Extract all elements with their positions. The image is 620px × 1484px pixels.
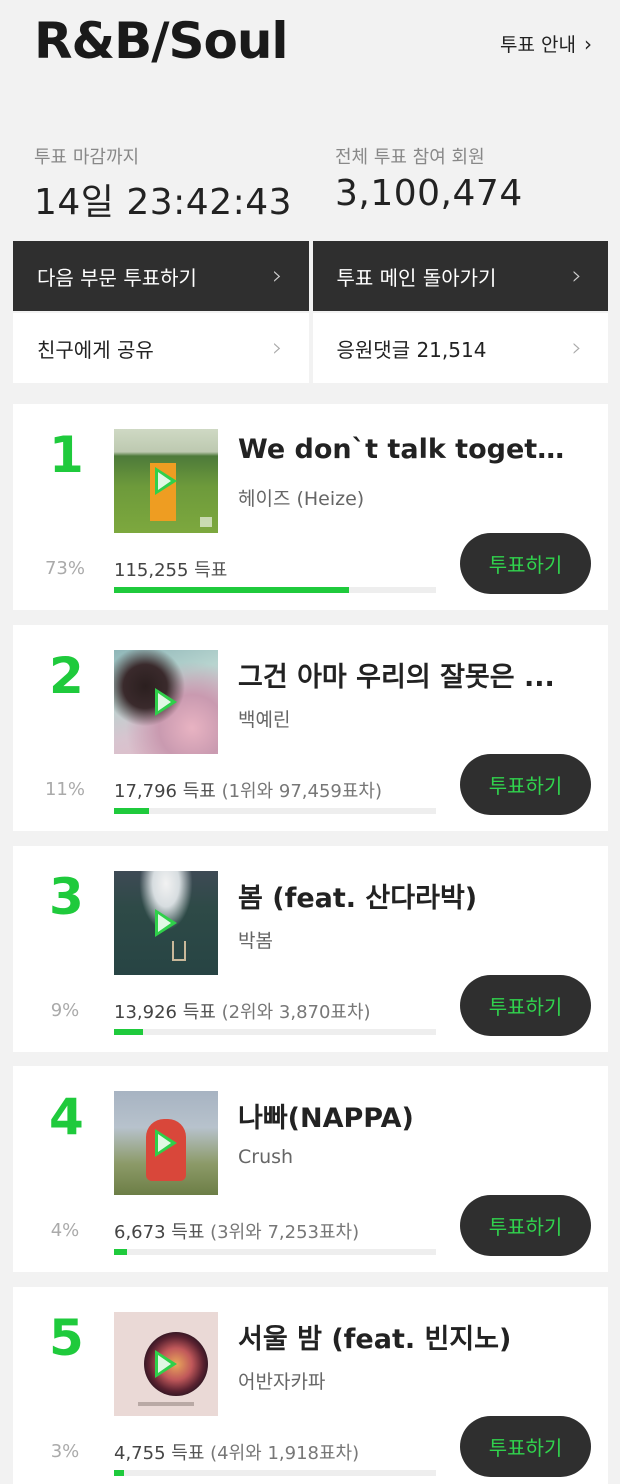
vote-count-number: 4,755 <box>114 1443 166 1464</box>
vote-progress-fill <box>114 587 350 593</box>
vote-count: 115,255 득표 <box>114 556 227 582</box>
chevron-right-icon: › <box>584 31 592 56</box>
vote-count-number: 13,926 <box>114 1002 177 1023</box>
vote-count: 4,755 득표 (4위와 1,918표차) <box>114 1439 359 1465</box>
vote-progress-bar <box>114 808 436 814</box>
artist-name: Crush <box>238 1146 294 1168</box>
album-thumbnail[interactable] <box>114 429 218 533</box>
primary-actions: 다음 부문 투표하기 › 투표 메인 돌아가기 › <box>13 241 608 311</box>
chevron-right-icon: › <box>272 333 283 363</box>
rank-number: 3 <box>49 868 84 926</box>
album-thumbnail[interactable] <box>114 1091 218 1195</box>
album-thumbnail[interactable] <box>114 1312 218 1416</box>
vote-percent: 4% <box>50 1220 80 1241</box>
vote-percent: 73% <box>44 558 85 579</box>
song-title[interactable]: 나빠(NAPPA) <box>238 1096 573 1135</box>
rank-number: 2 <box>49 647 84 705</box>
deadline-countdown: 14일 23:42:43 <box>34 182 293 223</box>
comments-button[interactable]: 응원댓글 21,514 › <box>312 313 608 383</box>
vote-button[interactable]: 투표하기 <box>460 1195 591 1256</box>
vote-progress-bar <box>114 1029 436 1035</box>
artist-name: 어반자카파 <box>238 1371 326 1393</box>
vote-count-number: 17,796 <box>114 781 177 802</box>
deadline-label: 투표 마감까지 <box>34 147 140 168</box>
vote-gap: (4위와 1,918표차) <box>210 1443 360 1464</box>
play-icon[interactable] <box>155 688 177 716</box>
vote-percent: 11% <box>44 779 85 800</box>
participants-stat: 전체 투표 참여 회원 3,100,474 <box>335 143 523 214</box>
vote-progress-bar <box>114 587 436 593</box>
song-title[interactable]: 서울 밤 (feat. 빈지노) <box>238 1317 573 1356</box>
vote-progress-fill <box>114 808 150 814</box>
play-icon[interactable] <box>155 1350 177 1378</box>
vote-percent: 3% <box>50 1441 80 1462</box>
vote-button[interactable]: 투표하기 <box>460 975 591 1036</box>
song-title[interactable]: We don`t talk togethe... <box>238 434 573 465</box>
share-button[interactable]: 친구에게 공유 › <box>13 313 309 383</box>
participants-label: 전체 투표 참여 회원 <box>335 147 485 168</box>
page-title: R&B/Soul <box>34 12 289 70</box>
vote-progress-bar <box>114 1470 436 1476</box>
vote-progress-fill <box>114 1470 124 1476</box>
vote-progress-fill <box>114 1029 143 1035</box>
next-category-button[interactable]: 다음 부문 투표하기 › <box>13 241 309 311</box>
ranking-card: 2 그건 아마 우리의 잘못은 ... 백예린 11% 17,796 득표 (1… <box>13 625 608 831</box>
vote-button[interactable]: 투표하기 <box>460 1416 591 1477</box>
vote-count: 17,796 득표 (1위와 97,459표차) <box>114 777 382 803</box>
deadline-stat: 투표 마감까지 14일 23:42:43 <box>34 143 292 225</box>
vote-main-button[interactable]: 투표 메인 돌아가기 › <box>312 241 608 311</box>
album-thumbnail[interactable] <box>114 871 218 975</box>
vote-count-number: 115,255 <box>114 560 189 581</box>
play-icon[interactable] <box>155 1129 177 1157</box>
album-thumbnail[interactable] <box>114 650 218 754</box>
ranking-card: 3 봄 (feat. 산다라박) 박봄 9% 13,926 득표 (2위와 3,… <box>13 846 608 1052</box>
secondary-actions: 친구에게 공유 › 응원댓글 21,514 › <box>13 313 608 383</box>
comments-label: 응원댓글 21,514 <box>336 337 487 362</box>
vote-count-number: 6,673 <box>114 1222 166 1243</box>
next-category-label: 다음 부문 투표하기 <box>37 265 197 290</box>
artist-name: 헤이즈 (Heize) <box>238 488 365 510</box>
song-title[interactable]: 봄 (feat. 산다라박) <box>238 876 573 915</box>
participants-count: 3,100,474 <box>335 173 523 214</box>
vote-gap: (1위와 97,459표차) <box>221 781 383 802</box>
vote-progress-fill <box>114 1249 127 1255</box>
share-label: 친구에게 공유 <box>37 337 154 362</box>
vote-button[interactable]: 투표하기 <box>460 754 591 815</box>
vote-gap: (3위와 7,253표차) <box>210 1222 360 1243</box>
album-art-detail <box>200 517 212 527</box>
ranking-card: 1 We don`t talk togethe... 헤이즈 (Heize) 7… <box>13 404 608 610</box>
vote-button[interactable]: 투표하기 <box>460 533 591 594</box>
rank-number: 1 <box>49 426 84 484</box>
song-title[interactable]: 그건 아마 우리의 잘못은 ... <box>238 655 573 694</box>
ranking-card: 4 나빠(NAPPA) Crush 4% 6,673 득표 (3위와 7,253… <box>13 1066 608 1272</box>
chevron-right-icon: › <box>571 261 582 291</box>
vote-count-unit: 득표 <box>182 781 216 802</box>
artist-name: 백예린 <box>238 709 291 731</box>
play-icon[interactable] <box>155 909 177 937</box>
chevron-right-icon: › <box>272 261 283 291</box>
ranking-card: 5 서울 밤 (feat. 빈지노) 어반자카파 3% 4,755 득표 (4위… <box>13 1287 608 1484</box>
album-art-detail <box>138 1402 194 1406</box>
artist-name: 박봄 <box>238 930 273 952</box>
rank-number: 4 <box>49 1088 84 1146</box>
vote-count-unit: 득표 <box>194 560 228 581</box>
vote-gap: (2위와 3,870표차) <box>221 1002 371 1023</box>
vote-guide-label: 투표 안내 <box>500 34 576 56</box>
rank-number: 5 <box>49 1309 84 1367</box>
vote-count-unit: 득표 <box>171 1222 205 1243</box>
chevron-right-icon: › <box>571 333 582 363</box>
play-icon[interactable] <box>155 467 177 495</box>
vote-count: 13,926 득표 (2위와 3,870표차) <box>114 998 371 1024</box>
vote-main-label: 투표 메인 돌아가기 <box>336 265 497 290</box>
album-art-detail <box>172 941 186 961</box>
vote-count: 6,673 득표 (3위와 7,253표차) <box>114 1218 359 1244</box>
vote-count-unit: 득표 <box>182 1002 216 1023</box>
vote-progress-bar <box>114 1249 436 1255</box>
vote-count-unit: 득표 <box>171 1443 205 1464</box>
vote-percent: 9% <box>50 1000 80 1021</box>
vote-guide-link[interactable]: 투표 안내 › <box>500 30 592 57</box>
